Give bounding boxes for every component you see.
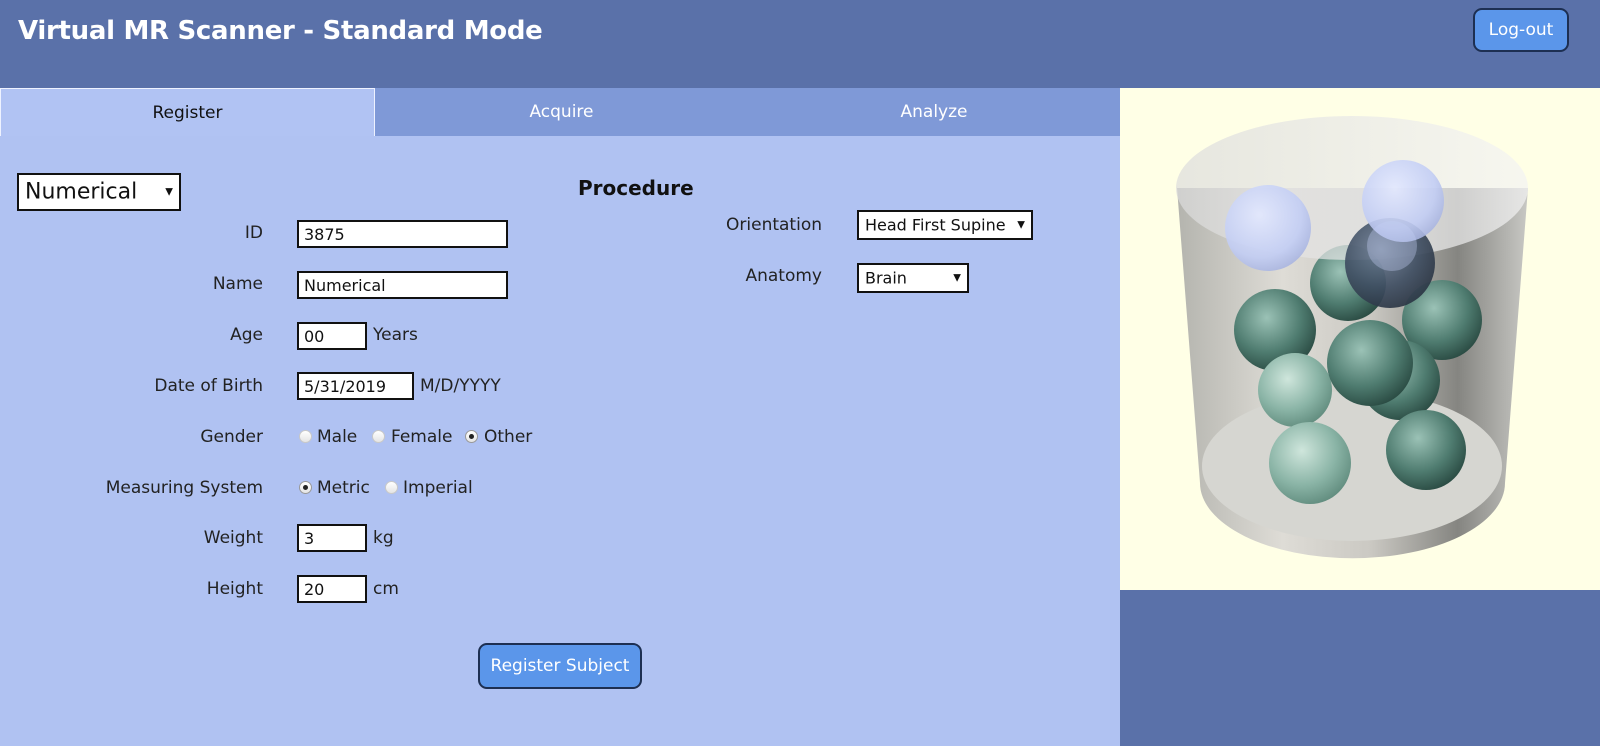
register-subject-button[interactable]: Register Subject: [478, 643, 642, 689]
phantom-render: [1176, 116, 1528, 559]
name-input[interactable]: Numerical: [297, 271, 508, 299]
gender-female-label[interactable]: Female: [391, 427, 452, 447]
weight-unit: kg: [373, 528, 394, 548]
weight-input[interactable]: 3: [297, 524, 367, 552]
orientation-label: Orientation: [726, 215, 822, 235]
height-unit: cm: [373, 579, 399, 599]
gender-other-label[interactable]: Other: [484, 427, 532, 447]
age-unit: Years: [373, 325, 418, 345]
measuring-system-label: Measuring System: [105, 478, 263, 498]
gender-male-radio[interactable]: [299, 430, 312, 443]
weight-label: Weight: [203, 528, 263, 548]
measuring-metric-label[interactable]: Metric: [317, 478, 370, 498]
phantom-sphere: [1367, 221, 1417, 271]
dob-input[interactable]: 5/31/2019: [297, 372, 414, 400]
dob-label: Date of Birth: [154, 376, 263, 396]
phantom-sphere: [1327, 320, 1413, 406]
anatomy-select-value: Brain: [865, 268, 907, 288]
height-input[interactable]: 20: [297, 575, 367, 603]
dropdown-arrow-icon: ▼: [953, 272, 961, 284]
dropdown-arrow-icon: ▼: [1017, 219, 1025, 231]
app-header: Virtual MR Scanner - Standard Mode Log-o…: [0, 0, 1600, 88]
measuring-imperial-label[interactable]: Imperial: [403, 478, 473, 498]
phantom-3d-viewer[interactable]: [1120, 88, 1600, 590]
phantom-sphere: [1269, 422, 1351, 504]
orientation-select-value: Head First Supine: [865, 215, 1006, 235]
anatomy-select[interactable]: Brain ▼: [857, 263, 969, 293]
phantom-sphere: [1225, 185, 1311, 271]
age-input[interactable]: 00: [297, 322, 367, 350]
anatomy-label: Anatomy: [745, 266, 822, 286]
logout-button[interactable]: Log-out: [1473, 8, 1569, 52]
tab-register[interactable]: Register: [0, 88, 375, 136]
dob-format-hint: M/D/YYYY: [420, 376, 501, 396]
phantom-sphere: [1386, 410, 1466, 490]
gender-male-label[interactable]: Male: [317, 427, 357, 447]
gender-other-radio[interactable]: [465, 430, 478, 443]
dropdown-arrow-icon: ▼: [165, 186, 173, 198]
measuring-metric-radio[interactable]: [299, 481, 312, 494]
id-label: ID: [244, 223, 263, 243]
height-label: Height: [206, 579, 263, 599]
orientation-select[interactable]: Head First Supine ▼: [857, 210, 1033, 240]
gender-label: Gender: [200, 427, 263, 447]
phantom-select[interactable]: Numerical ▼: [17, 173, 181, 211]
tab-analyze[interactable]: Analyze: [748, 88, 1120, 136]
app-title: Virtual MR Scanner - Standard Mode: [18, 16, 543, 46]
tab-bar: Register Acquire Analyze: [0, 88, 1120, 136]
phantom-select-value: Numerical: [25, 179, 138, 205]
gender-female-radio[interactable]: [372, 430, 385, 443]
id-input[interactable]: 3875: [297, 220, 508, 248]
procedure-title: Procedure: [578, 176, 694, 200]
tab-acquire[interactable]: Acquire: [375, 88, 748, 136]
age-label: Age: [230, 325, 263, 345]
phantom-sphere: [1258, 353, 1332, 427]
measuring-imperial-radio[interactable]: [385, 481, 398, 494]
name-label: Name: [212, 274, 263, 294]
